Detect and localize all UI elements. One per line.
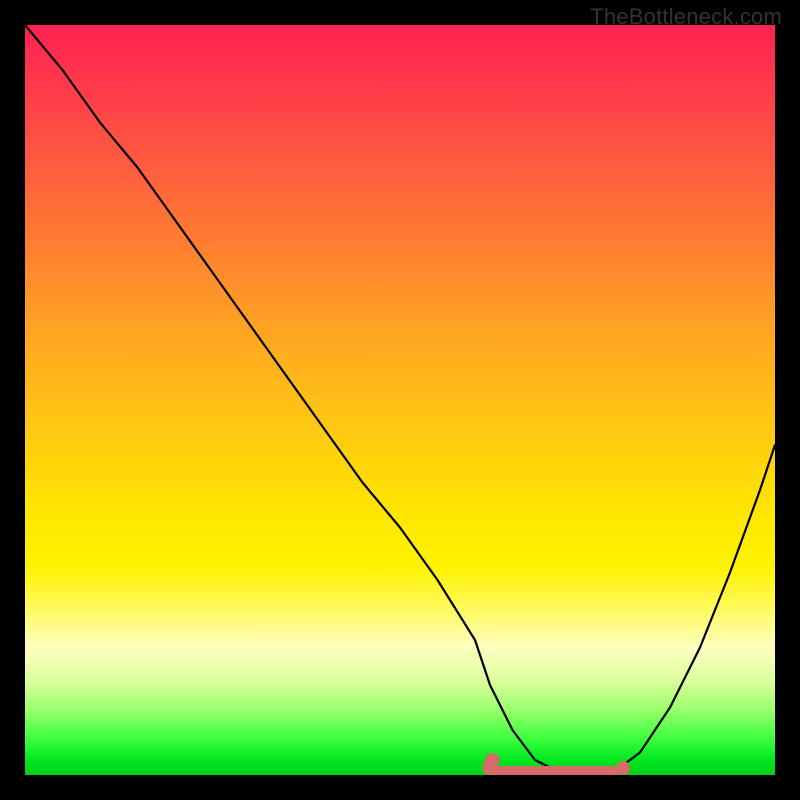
bottleneck-curve (25, 25, 775, 775)
chart-container: TheBottleneck.com (0, 0, 800, 800)
watermark-text: TheBottleneck.com (590, 4, 782, 30)
plot-area (25, 25, 775, 775)
